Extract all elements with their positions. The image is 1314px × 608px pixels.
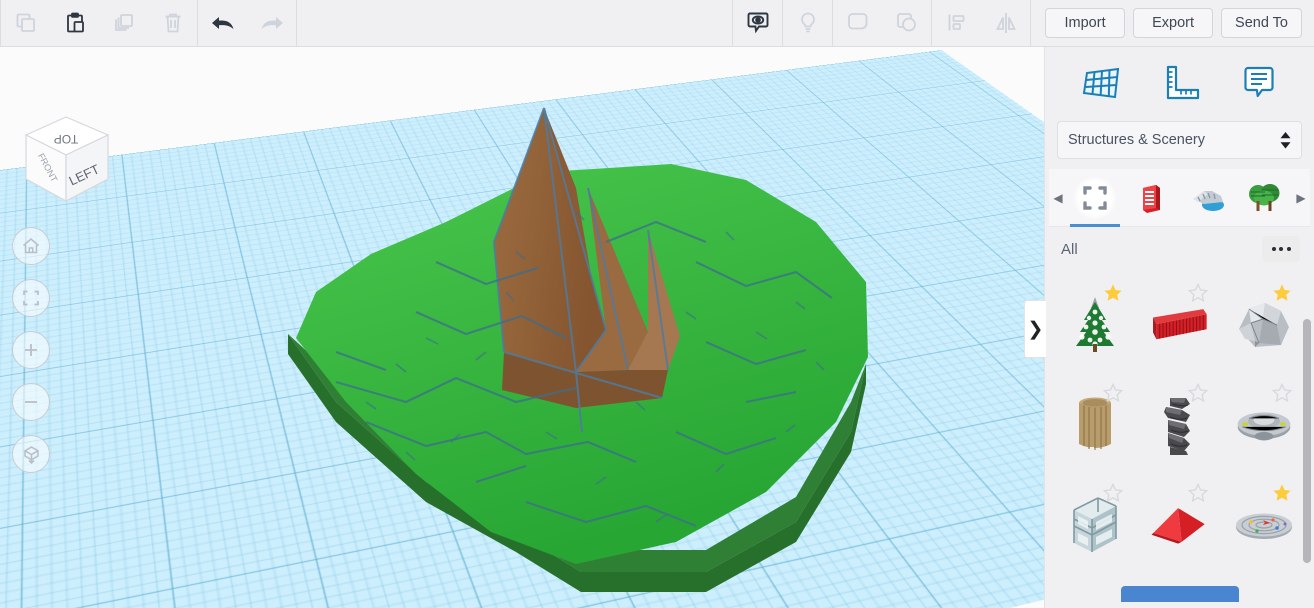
align-icon[interactable] [932,0,981,47]
toolbar-edit-group [1,0,197,46]
toolbar-object-group [733,0,1030,47]
shape-ufo[interactable] [1222,375,1306,475]
shape-library-dropdown[interactable]: Structures & Scenery [1057,121,1302,159]
shapes-scroll-area[interactable] [1045,271,1314,586]
favorite-star-icon[interactable] [1187,382,1208,403]
toolbar-history-group [198,0,296,46]
top-toolbar: Import Export Send To [0,0,1314,47]
zoom-out-button[interactable] [12,383,50,421]
view-nav-controls [12,227,50,473]
ufo-thumbnail [1233,394,1295,456]
favorite-star-icon[interactable] [1187,482,1208,503]
import-button[interactable]: Import [1045,8,1126,38]
terrain-model[interactable] [276,102,896,602]
panel-tool-icons [1045,47,1314,119]
shape-rock[interactable] [1222,275,1306,375]
category-tabs-scroll [1067,169,1292,227]
building-icon [1128,177,1174,219]
delete-icon[interactable] [148,0,197,47]
more-options-icon[interactable] [1262,236,1300,262]
chevron-updown-icon [1280,131,1291,149]
paste-icon[interactable] [50,0,99,47]
bridge-icon [1185,177,1231,219]
shape-red-pyramid-roof[interactable] [1137,475,1221,575]
panel-footer-button[interactable] [1121,586,1239,602]
tabs-prev-arrow[interactable]: ◀ [1049,191,1067,205]
shape-pine-tree[interactable] [1053,275,1137,375]
export-button[interactable]: Export [1133,8,1214,38]
view-cube[interactable]: TOP LEFT FRONT [12,107,120,215]
favorite-star-icon[interactable] [1103,382,1124,403]
wooden-tower-thumbnail [1064,394,1126,456]
all-shapes-icon [1072,176,1119,219]
undo-icon[interactable] [198,0,247,47]
scaffold-building-thumbnail [1064,494,1126,556]
favorite-star-icon[interactable] [1103,283,1123,303]
workplane-icon[interactable] [1073,57,1129,109]
tab-infrastructure[interactable] [1181,169,1235,227]
red-fence-thumbnail [1148,294,1210,356]
shape-spiral-rock[interactable] [1137,375,1221,475]
panel-footer [1045,586,1314,608]
view-cube-top-label: TOP [54,132,78,146]
shapes-scrollbar[interactable] [1303,319,1311,563]
shapes-subheader-label: All [1061,240,1078,258]
home-view-button[interactable] [12,227,50,265]
trees-icon [1241,177,1287,219]
shape-wooden-tower[interactable] [1053,375,1137,475]
tinkercad-editor: Import Export Send To TOP LEFT FRONT ❯ S… [0,0,1314,608]
mirror-icon[interactable] [981,0,1030,47]
spiral-rock-thumbnail [1148,394,1210,456]
3d-viewport[interactable]: TOP LEFT FRONT [0,47,1044,608]
pine-tree-thumbnail [1064,294,1126,356]
panel-collapse-handle[interactable]: ❯ [1024,300,1046,358]
shape-galaxy-disc[interactable] [1222,475,1306,575]
favorite-star-icon[interactable] [1187,282,1208,303]
show-hide-icon[interactable] [733,0,782,47]
ungroup-icon[interactable] [882,0,931,47]
category-tabs: ◀ ▶ [1049,169,1310,227]
favorite-star-icon[interactable] [1272,283,1292,303]
group-icon[interactable] [833,0,882,47]
tab-buildings[interactable] [1124,169,1178,227]
shape-scaffold-building[interactable] [1053,475,1137,575]
notes-icon[interactable] [1231,57,1287,109]
shapes-subheader: All [1045,227,1314,271]
toolbar-actions: Import Export Send To [1031,0,1314,46]
favorite-star-icon[interactable] [1272,483,1292,503]
tab-nature[interactable] [1237,169,1291,227]
zoom-in-button[interactable] [12,331,50,369]
rock-thumbnail [1233,294,1295,356]
galaxy-disc-thumbnail [1233,494,1295,556]
favorite-star-icon[interactable] [1271,382,1293,403]
favorite-star-icon[interactable] [1103,482,1124,503]
shapes-grid [1045,271,1314,575]
lightbulb-icon[interactable] [783,0,832,47]
shape-red-fence[interactable] [1137,275,1221,375]
copy-icon[interactable] [1,0,50,47]
ruler-icon[interactable] [1152,57,1208,109]
tabs-next-arrow[interactable]: ▶ [1292,191,1310,205]
duplicate-icon[interactable] [99,0,148,47]
send-to-button[interactable]: Send To [1221,8,1302,38]
projection-toggle-button[interactable] [12,435,50,473]
redo-icon[interactable] [247,0,296,47]
shapes-panel: Structures & Scenery ◀ ▶ All [1044,47,1314,608]
shape-library-selected: Structures & Scenery [1068,132,1205,148]
fit-view-button[interactable] [12,279,50,317]
mountain-peaks [492,107,680,433]
red-pyramid-roof-thumbnail [1148,494,1210,556]
tab-all[interactable] [1068,169,1122,227]
